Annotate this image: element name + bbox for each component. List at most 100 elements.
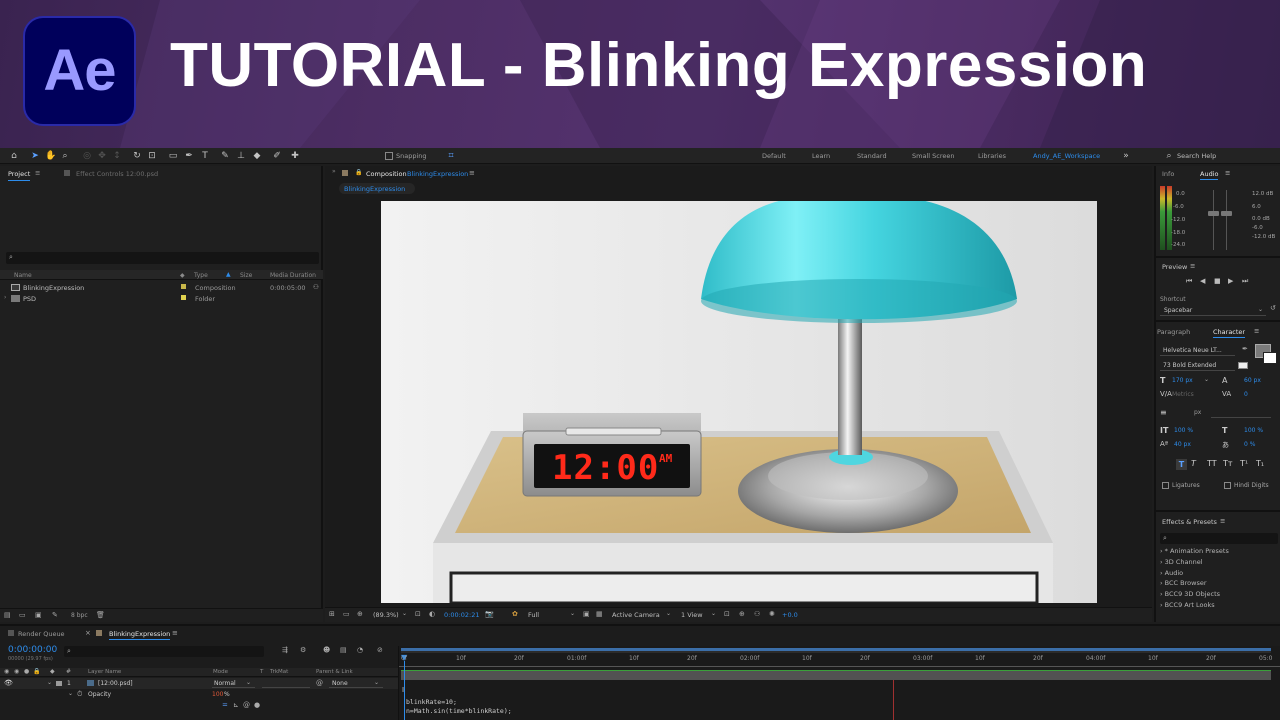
layer-label-color[interactable]: [56, 681, 62, 686]
expression-language-menu-icon[interactable]: ●: [254, 701, 260, 709]
shy-layers-icon[interactable]: ☻: [323, 646, 330, 654]
composition-panel-menu-icon[interactable]: ≡: [469, 169, 475, 177]
timeline-timecode[interactable]: 0:00:00:00: [8, 645, 57, 655]
project-row-composition[interactable]: BlinkingExpression Composition 0:00:05:0…: [0, 282, 323, 293]
flowchart-icon[interactable]: ⚇: [313, 283, 319, 291]
comp-lock-icon[interactable]: 🔒: [355, 169, 362, 176]
timeline-search-input[interactable]: ⌕: [64, 646, 264, 657]
snap-options-icon[interactable]: ⌗: [446, 151, 456, 161]
reset-icon[interactable]: ↺: [1270, 304, 1276, 312]
trkmat-column[interactable]: TrkMat: [270, 669, 288, 675]
column-type[interactable]: Type: [194, 272, 208, 279]
pan-camera-icon[interactable]: ✥: [97, 151, 107, 161]
effects-category[interactable]: › BCC Browser: [1160, 579, 1207, 587]
snapping-checkbox[interactable]: [385, 152, 393, 160]
snapshot-camera-icon[interactable]: 📷: [485, 610, 494, 618]
faux-bold-icon[interactable]: T: [1176, 459, 1187, 470]
pan-behind-tool-icon[interactable]: ⊡: [147, 151, 157, 161]
workspace-andy[interactable]: Andy_AE_Workspace: [1033, 152, 1100, 160]
leading-value[interactable]: 60 px: [1244, 377, 1261, 384]
mask-visibility-icon[interactable]: ◐: [429, 610, 435, 618]
baseline-shift-value[interactable]: 40 px: [1174, 441, 1191, 448]
pick-whip-icon[interactable]: @: [316, 679, 323, 687]
mode-column[interactable]: Mode: [213, 669, 228, 675]
audio-slider-right[interactable]: [1221, 211, 1232, 216]
effects-category[interactable]: › Audio: [1160, 569, 1183, 577]
expand-chevron-icon[interactable]: ›: [4, 294, 6, 301]
bit-depth-button[interactable]: 8 bpc: [71, 612, 88, 619]
label-color-swatch[interactable]: [181, 295, 186, 300]
opacity-value[interactable]: 100: [212, 691, 223, 698]
layer-expand-icon[interactable]: ⌄: [47, 679, 52, 686]
prev-frame-icon[interactable]: ◀: [1200, 277, 1205, 285]
faux-italic-icon[interactable]: T: [1191, 459, 1196, 468]
render-queue-tab[interactable]: Render Queue: [18, 630, 65, 638]
reset-exposure-icon[interactable]: ✺: [769, 610, 775, 618]
dropdown-chevron-icon[interactable]: ⌄: [711, 610, 716, 617]
home-icon[interactable]: ⌂: [9, 151, 19, 161]
project-settings-icon[interactable]: ✎: [52, 611, 58, 619]
no-fill-swatch[interactable]: [1238, 362, 1248, 369]
composition-name[interactable]: BlinkingExpression: [407, 170, 468, 178]
brush-tool-icon[interactable]: ✎: [220, 151, 230, 161]
timeline-panel-menu-icon[interactable]: ≡: [172, 629, 178, 637]
current-time-indicator[interactable]: [404, 661, 405, 720]
preview-tab[interactable]: Preview: [1162, 263, 1187, 271]
motion-blur-icon[interactable]: ◔: [357, 646, 363, 654]
region-of-interest-icon[interactable]: ▭: [343, 610, 350, 618]
font-size-value[interactable]: 170 px: [1172, 377, 1193, 384]
type-tool-icon[interactable]: T: [200, 151, 210, 161]
layer-name[interactable]: [12:00.psd]: [98, 680, 133, 687]
effect-controls-lock-icon[interactable]: [64, 170, 70, 176]
stop-icon[interactable]: ■: [1214, 277, 1221, 285]
lock-tab-icon[interactable]: [342, 170, 348, 176]
pen-tool-icon[interactable]: ✒: [184, 151, 194, 161]
all-caps-icon[interactable]: TT: [1207, 459, 1217, 468]
timeline-graph-area[interactable]: ▼ 0f 10f 20f 01:00f 10f 20f 02:00f 10f 2…: [398, 646, 1280, 720]
preserve-transparency-column[interactable]: T: [260, 669, 263, 675]
trkmat-dropdown[interactable]: [262, 679, 310, 688]
work-area-bar[interactable]: [401, 648, 1271, 653]
comp-mini-flowchart-icon[interactable]: ⇶: [282, 646, 288, 654]
rectangle-tool-icon[interactable]: ▭: [168, 151, 178, 161]
camera-view-dropdown[interactable]: Active Camera: [612, 611, 660, 619]
effects-category[interactable]: › BCC9 Art Looks: [1160, 601, 1215, 609]
safe-margins-icon[interactable]: ⊡: [415, 610, 421, 618]
preview-panel-menu-icon[interactable]: ≡: [1190, 262, 1195, 270]
draft-3d-icon[interactable]: ⚙: [300, 646, 306, 654]
horizontal-scale-value[interactable]: 100 %: [1244, 427, 1263, 434]
time-ruler[interactable]: 0f 10f 20f 01:00f 10f 20f 02:00f 10f 20f…: [399, 655, 1280, 667]
stroke-width-unit[interactable]: px: [1194, 409, 1201, 416]
current-time-display[interactable]: 0:00:02:21: [444, 611, 480, 619]
3d-renderer-icon[interactable]: ▦: [596, 610, 603, 618]
workspace-learn[interactable]: Learn: [812, 152, 830, 160]
info-tab[interactable]: Info: [1162, 170, 1174, 178]
character-panel-menu-icon[interactable]: ≡: [1254, 327, 1259, 335]
dropdown-chevron-icon[interactable]: ⌄: [666, 610, 671, 617]
expression-code-line-1[interactable]: blinkRate=10;: [406, 698, 457, 706]
eyedropper-icon[interactable]: ✒: [1242, 345, 1248, 353]
trash-icon[interactable]: 🗑: [96, 611, 105, 619]
more-workspaces-icon[interactable]: »: [1121, 151, 1131, 161]
font-family-dropdown[interactable]: Helvetica Neue LT...: [1160, 346, 1235, 356]
next-frame-icon[interactable]: ▶: [1228, 277, 1233, 285]
ligatures-checkbox[interactable]: [1162, 482, 1169, 489]
composition-viewer[interactable]: 12:00 AM: [381, 201, 1097, 603]
tracking-value[interactable]: 0: [1244, 391, 1248, 398]
workspace-default[interactable]: Default: [762, 152, 786, 160]
interpret-footage-icon[interactable]: ▤: [4, 611, 11, 619]
always-preview-icon[interactable]: ⊞: [329, 610, 335, 618]
new-composition-icon[interactable]: ▣: [35, 611, 42, 619]
zoom-tool-icon[interactable]: ⌕: [60, 151, 70, 161]
project-panel-menu-icon[interactable]: ≡: [35, 169, 40, 177]
project-row-folder[interactable]: › PSD Folder: [0, 293, 323, 304]
kerning-value[interactable]: Metrics: [1172, 391, 1194, 398]
view-layout-dropdown[interactable]: 1 View: [681, 611, 703, 619]
expression-graph-icon[interactable]: ⊾: [233, 701, 239, 709]
exposure-value[interactable]: +0.0: [782, 611, 798, 619]
property-expand-icon[interactable]: ⌄: [68, 690, 73, 697]
color-channel-icon[interactable]: ✿: [512, 610, 518, 618]
parent-dropdown[interactable]: None ⌄: [329, 679, 383, 688]
close-tab-icon[interactable]: ×: [85, 629, 91, 637]
shortcut-dropdown[interactable]: Spacebar ⌄: [1160, 306, 1266, 316]
